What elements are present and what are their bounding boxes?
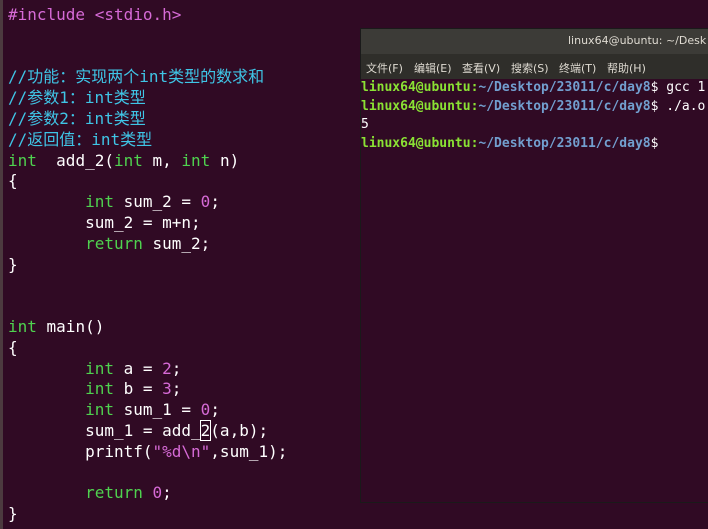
code-line: //参数2：int类型 bbox=[8, 108, 146, 129]
code-token: main() bbox=[36, 317, 105, 336]
code-line: { bbox=[8, 170, 18, 191]
code-token: int bbox=[85, 192, 114, 212]
code-line: { bbox=[8, 337, 18, 358]
text-cursor: 2 bbox=[199, 420, 212, 441]
prompt-command: $ gcc 1 bbox=[650, 80, 706, 95]
prompt-path: ~/Desktop/23011/c/day8 bbox=[478, 98, 651, 114]
code-token: { bbox=[8, 337, 18, 357]
code-token: printf( bbox=[8, 441, 153, 461]
code-token: } bbox=[8, 254, 18, 274]
terminal-output-text: 5 bbox=[361, 117, 369, 132]
code-token: //返回值：int类型 bbox=[8, 129, 153, 149]
code-line: #include <stdio.h> bbox=[8, 4, 181, 25]
code-line: int sum_1 = 0; bbox=[8, 399, 220, 420]
prompt-user: linux64@ubuntu bbox=[361, 80, 471, 95]
code-token: ; bbox=[162, 483, 172, 503]
code-token: m, bbox=[142, 150, 182, 170]
code-token: int bbox=[8, 317, 37, 336]
code-token: ; bbox=[171, 358, 182, 378]
prompt-command: $ bbox=[650, 135, 659, 151]
terminal-titlebar[interactable]: linux64@ubuntu: ~/Desk bbox=[361, 29, 708, 54]
code-token: return bbox=[85, 483, 143, 503]
code-token: sum_2 = m+n; bbox=[8, 213, 201, 232]
terminal-line: linux64@ubuntu:~/Desktop/23011/c/day8$ bbox=[361, 135, 658, 153]
menu-edit[interactable]: 编辑(E) bbox=[414, 60, 452, 76]
code-token: add_2( bbox=[36, 150, 114, 170]
code-token: int bbox=[8, 150, 37, 170]
code-token: 0 bbox=[200, 192, 211, 212]
prompt-path: ~/Desktop/23011/c/day8 bbox=[478, 80, 651, 95]
code-line: return sum_2; bbox=[8, 233, 210, 254]
code-line: //功能：实现两个int类型的数求和 bbox=[8, 66, 264, 87]
code-token: sum_1 = add_ bbox=[8, 421, 201, 440]
code-line: int add_2(int m, int n) bbox=[8, 150, 239, 171]
terminal-line: 5 bbox=[361, 116, 369, 134]
terminal-line: linux64@ubuntu:~/Desktop/23011/c/day8$ g… bbox=[361, 79, 705, 97]
code-token: int bbox=[85, 400, 114, 420]
code-line: } bbox=[8, 254, 18, 275]
code-token: b = bbox=[113, 379, 163, 399]
code-line: } bbox=[8, 503, 18, 524]
code-token: "%d\n" bbox=[152, 441, 211, 461]
code-token: } bbox=[8, 504, 18, 524]
prompt-path: ~/Desktop/23011/c/day8 bbox=[478, 135, 651, 151]
code-token: //参数2：int类型 bbox=[8, 109, 146, 128]
menu-view[interactable]: 查看(V) bbox=[462, 60, 500, 76]
code-line: //返回值：int类型 bbox=[8, 129, 152, 150]
code-token: int bbox=[85, 379, 114, 399]
code-token: 0 bbox=[152, 483, 163, 503]
code-token: #include <stdio.h> bbox=[8, 5, 182, 24]
code-token: return bbox=[85, 233, 143, 253]
code-token: (a,b); bbox=[210, 421, 269, 440]
code-token: int bbox=[181, 150, 211, 170]
menu-search[interactable]: 搜索(S) bbox=[511, 60, 549, 76]
code-token: sum_2 = bbox=[113, 192, 201, 212]
code-token: ,sum_1); bbox=[210, 441, 288, 461]
code-token: int bbox=[113, 150, 143, 170]
code-line: int main() bbox=[8, 316, 104, 337]
code-line: //参数1：int类型 bbox=[8, 87, 146, 108]
menu-help[interactable]: 帮助(H) bbox=[607, 60, 646, 76]
terminal-line: linux64@ubuntu:~/Desktop/23011/c/day8$ .… bbox=[361, 98, 705, 116]
terminal-menubar: 文件(F) 编辑(E) 查看(V) 搜索(S) 终端(T) 帮助(H) bbox=[361, 54, 708, 79]
code-line: sum_1 = add_2(a,b); bbox=[8, 420, 268, 441]
code-line: int a = 2; bbox=[8, 358, 181, 379]
code-line: int sum_2 = 0; bbox=[8, 191, 220, 212]
code-token: a = bbox=[113, 358, 163, 378]
code-token: n) bbox=[210, 150, 240, 170]
prompt-command: $ ./a.o bbox=[650, 98, 706, 114]
code-line: return 0; bbox=[8, 482, 172, 503]
menu-terminal[interactable]: 终端(T) bbox=[559, 60, 596, 76]
editor-left-edge bbox=[0, 0, 3, 529]
code-token: ; bbox=[210, 400, 220, 420]
prompt-user: linux64@ubuntu bbox=[361, 98, 471, 114]
code-token: sum_2; bbox=[142, 233, 211, 253]
code-token: 3 bbox=[162, 379, 172, 399]
code-token: ; bbox=[171, 379, 182, 399]
code-line: sum_2 = m+n; bbox=[8, 212, 201, 233]
code-token: { bbox=[8, 171, 18, 191]
code-token: 2 bbox=[162, 358, 172, 378]
code-token: //参数1：int类型 bbox=[8, 88, 146, 108]
prompt-user: linux64@ubuntu bbox=[361, 135, 471, 151]
terminal-title: linux64@ubuntu: ~/Desk bbox=[568, 34, 707, 47]
code-token: int bbox=[85, 358, 114, 378]
code-line: printf("%d\n",sum_1); bbox=[8, 441, 287, 462]
menu-file[interactable]: 文件(F) bbox=[366, 60, 403, 76]
code-token: 0 bbox=[200, 400, 211, 420]
terminal-window[interactable]: linux64@ubuntu: ~/Desk 文件(F) 编辑(E) 查看(V)… bbox=[361, 29, 708, 502]
code-token: sum_1 = bbox=[113, 400, 201, 420]
code-token: //功能：实现两个int类型的数求和 bbox=[8, 67, 265, 87]
code-line: int b = 3; bbox=[8, 378, 181, 399]
code-token: ; bbox=[210, 192, 220, 212]
